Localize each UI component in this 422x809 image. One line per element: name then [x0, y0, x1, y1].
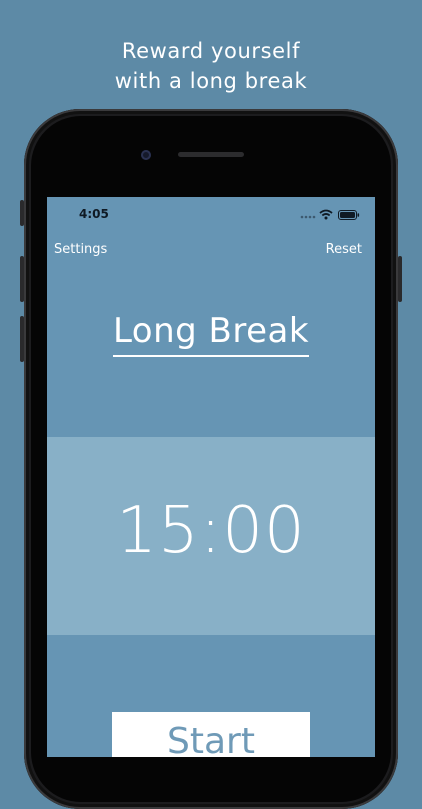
- phone-mute-switch: [20, 200, 24, 226]
- timer-countdown: 15:00: [116, 494, 306, 568]
- cellular-signal-icon: [300, 215, 316, 219]
- status-bar: 4:05: [47, 197, 375, 237]
- phone-screen: 4:05 Settings Reset Long Break 15:00 Sta…: [47, 197, 375, 757]
- reset-button[interactable]: Reset: [326, 242, 362, 257]
- wifi-icon: [319, 209, 333, 220]
- phone-volume-down: [20, 316, 24, 362]
- timer-panel: 15:00: [47, 437, 375, 635]
- status-time: 4:05: [79, 207, 109, 221]
- headline-line-2: with a long break: [114, 69, 308, 93]
- phone-volume-up: [20, 256, 24, 302]
- settings-button[interactable]: Settings: [54, 242, 107, 257]
- start-button[interactable]: Start: [112, 712, 310, 757]
- mode-title-underline: [113, 355, 309, 357]
- promo-headline: Reward yourself with a long break: [0, 36, 422, 96]
- headline-line-1: Reward yourself: [121, 39, 301, 63]
- mode-title: Long Break: [112, 311, 310, 351]
- front-camera: [141, 150, 151, 160]
- battery-icon: [338, 210, 360, 220]
- phone-power-button: [398, 256, 402, 302]
- earpiece-speaker: [178, 152, 244, 157]
